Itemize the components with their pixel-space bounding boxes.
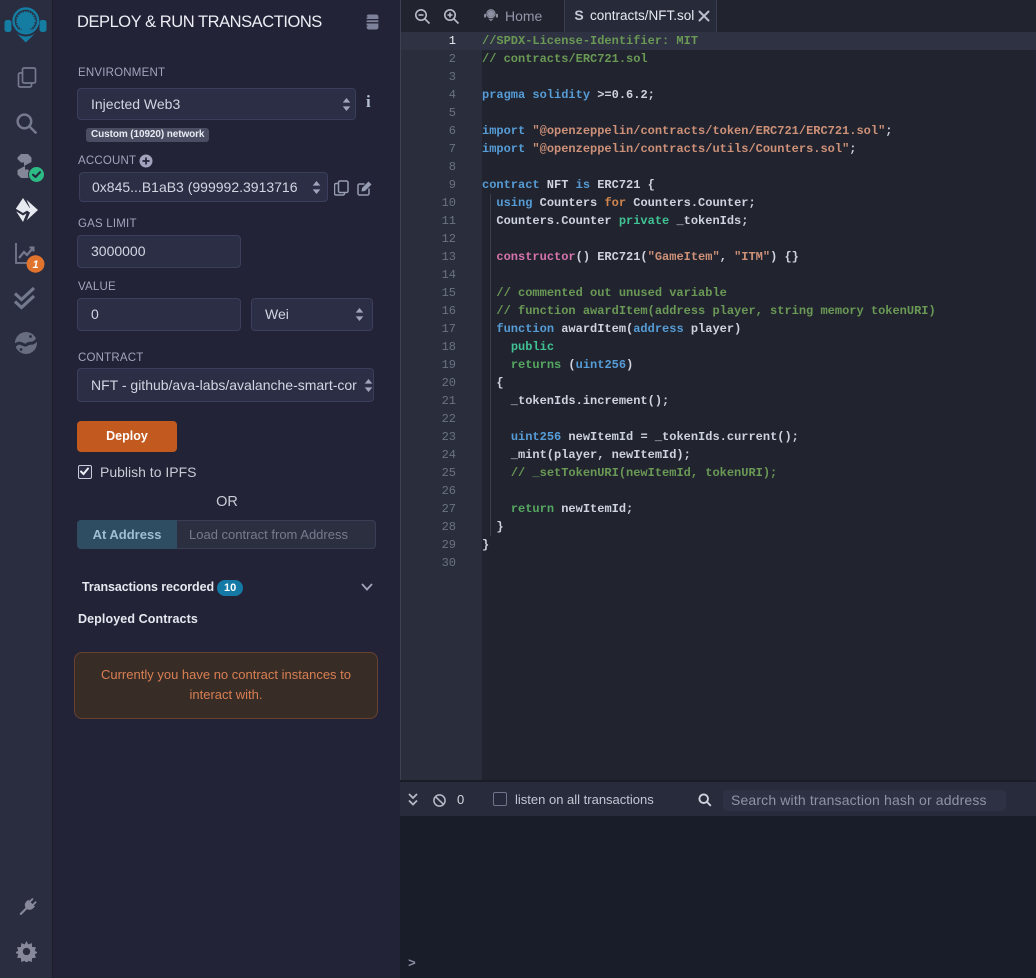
svg-text:1: 1: [32, 259, 38, 271]
